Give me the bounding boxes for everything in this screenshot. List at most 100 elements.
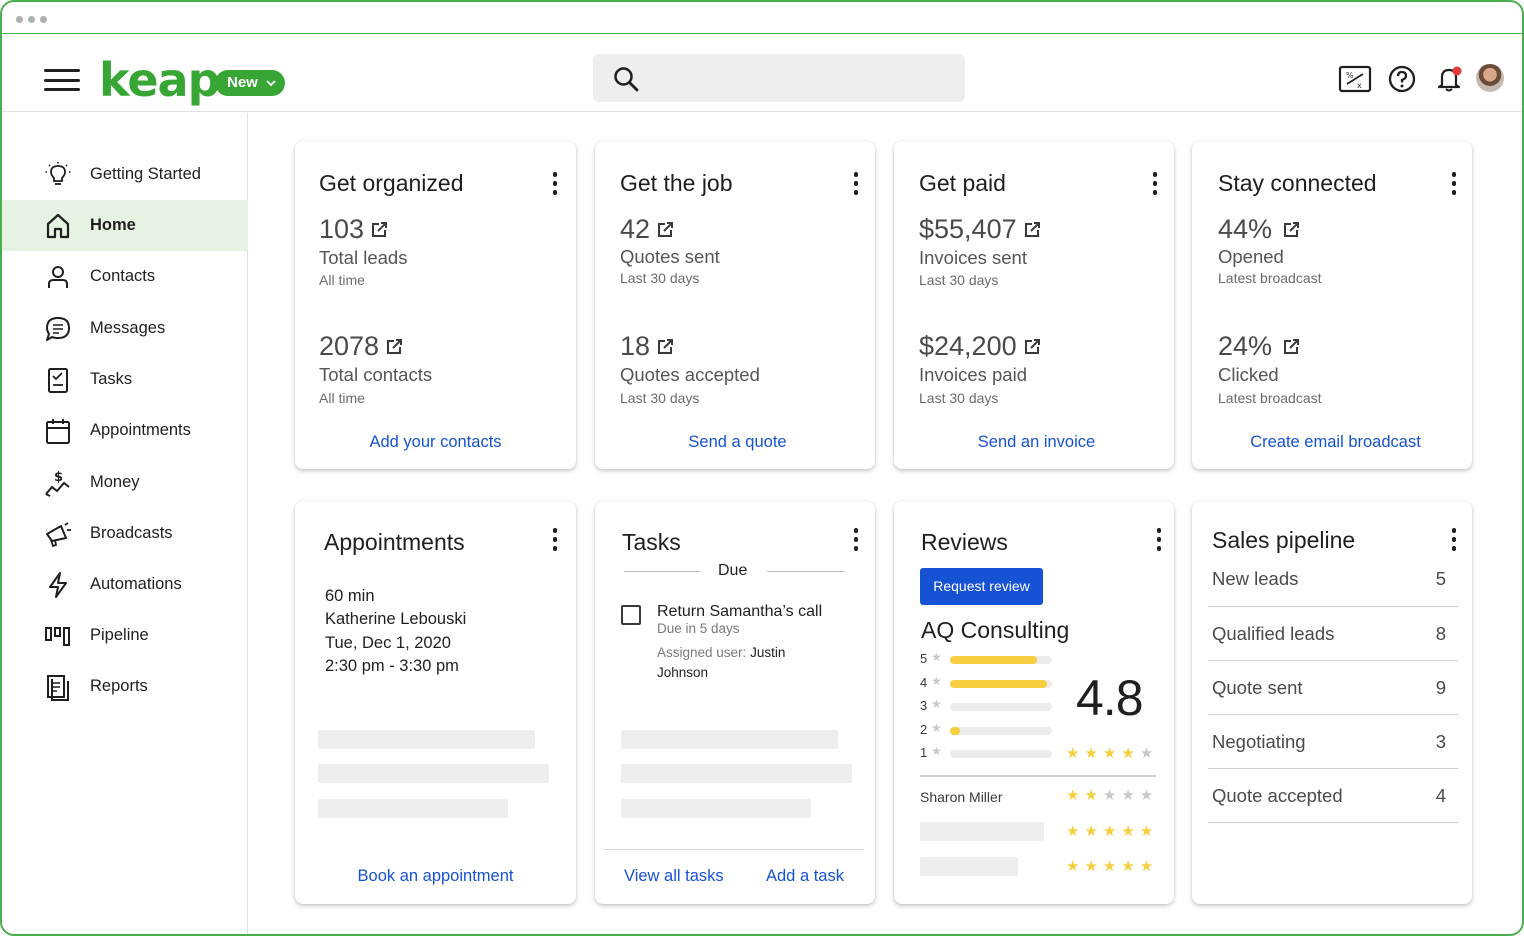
menu-icon[interactable]: [44, 69, 80, 91]
pipeline-stage-row[interactable]: Quote sent 9: [1208, 661, 1458, 715]
external-link-icon: [1024, 339, 1040, 354]
sidebar-item-label: Reports: [90, 677, 148, 695]
metric-value: 103: [319, 214, 365, 244]
reviewer-stars: ★ ★ ★ ★ ★: [1066, 786, 1158, 805]
appointment-contact[interactable]: Katherine Lebouski: [325, 608, 466, 631]
report-icon: [47, 675, 69, 701]
more-options-icon[interactable]: [1156, 528, 1162, 552]
metric-opened[interactable]: 44%: [1218, 214, 1300, 245]
metric-label: Quotes sent: [620, 246, 720, 267]
external-link-icon: [1284, 222, 1300, 237]
external-link-icon: [387, 339, 403, 354]
svg-text:x: x: [1357, 81, 1362, 90]
metric-invoices-sent[interactable]: $55,407: [919, 214, 1041, 245]
card-get-organized: Get organized 103 Total leads All time 2…: [295, 141, 576, 469]
metric-clicked[interactable]: 24%: [1218, 331, 1300, 362]
skeleton-line: [318, 764, 549, 783]
sidebar-item-contacts[interactable]: Contacts: [2, 251, 248, 302]
star-icon: ★: [1066, 823, 1080, 840]
sidebar-item-label: Automations: [90, 575, 182, 593]
star-icon: ★: [1102, 745, 1117, 762]
due-section-label: Due: [718, 562, 748, 579]
sidebar-item-reports[interactable]: Reports: [2, 661, 248, 712]
metric-value: 18: [620, 331, 651, 361]
sidebar-item-automations[interactable]: Automations: [2, 559, 248, 610]
book-appointment-link[interactable]: Book an appointment: [295, 867, 576, 886]
star-icon: ★: [1084, 823, 1098, 840]
sidebar-item-pipeline[interactable]: Pipeline: [2, 610, 248, 661]
metric-sublabel: All time: [319, 390, 365, 406]
sidebar-item-getting-started[interactable]: Getting Started: [2, 149, 248, 200]
appointment-duration: 60 min: [325, 587, 375, 605]
more-options-icon[interactable]: [1451, 528, 1457, 552]
create-email-broadcast-link[interactable]: Create email broadcast: [1192, 433, 1479, 452]
star-icon: ★: [1084, 745, 1098, 762]
task-title[interactable]: Return Samantha’s call: [657, 603, 822, 621]
search-input[interactable]: [593, 54, 965, 102]
lightbulb-icon: [45, 162, 71, 185]
window-dot[interactable]: [28, 16, 35, 23]
rating-bar: [950, 750, 1052, 758]
rating-bar-fill: [950, 679, 1047, 688]
pipeline-stage-row[interactable]: New leads 5: [1208, 553, 1458, 607]
pipeline-stage-row[interactable]: Negotiating 3: [1208, 715, 1458, 769]
send-quote-link[interactable]: Send a quote: [595, 433, 880, 452]
chevron-down-icon: [266, 80, 276, 87]
sidebar-item-label: Pipeline: [90, 626, 149, 644]
sidebar-item-appointments[interactable]: Appointments: [2, 405, 248, 456]
star-icon: ★: [1102, 823, 1117, 840]
rating-bar: [950, 656, 1052, 664]
pipeline-icon: [45, 627, 70, 646]
sidebar-item-label: Broadcasts: [90, 524, 173, 542]
view-all-tasks-link[interactable]: View all tasks: [624, 867, 724, 886]
metric-quotes-accepted[interactable]: 18: [620, 331, 674, 362]
more-options-icon[interactable]: [552, 528, 558, 552]
more-options-icon[interactable]: [1451, 172, 1457, 196]
task-checkbox[interactable]: [621, 605, 641, 625]
add-task-link[interactable]: Add a task: [766, 867, 844, 886]
svg-text:$: $: [54, 470, 63, 485]
keap-logo[interactable]: keap: [99, 54, 221, 106]
invoice-icon[interactable]: %x: [1338, 65, 1372, 93]
send-invoice-link[interactable]: Send an invoice: [894, 433, 1179, 452]
request-review-button[interactable]: Request review: [920, 568, 1043, 605]
star-icon: ★: [931, 697, 942, 711]
more-options-icon[interactable]: [853, 528, 859, 552]
card-sales-pipeline: Sales pipeline New leads 5 Qualified leads…: [1192, 501, 1472, 904]
notification-bell-icon[interactable]: [1436, 64, 1464, 94]
card-appointments: Appointments 60 min Katherine Lebouski T…: [295, 501, 576, 904]
metric-invoices-paid[interactable]: $24,200: [919, 331, 1041, 362]
metric-total-contacts[interactable]: 2078: [319, 331, 403, 362]
more-options-icon[interactable]: [552, 172, 558, 196]
sidebar-item-broadcasts[interactable]: Broadcasts: [2, 508, 248, 559]
new-button-label: New: [227, 74, 258, 91]
new-button[interactable]: New: [215, 70, 285, 96]
window-dot[interactable]: [16, 16, 23, 23]
pipeline-stage-row[interactable]: Quote accepted 4: [1208, 769, 1458, 823]
sidebar-item-money[interactable]: $ Money: [2, 457, 248, 508]
star-icon: ★: [1139, 858, 1154, 875]
metric-total-leads[interactable]: 103: [319, 214, 388, 245]
window-dot[interactable]: [40, 16, 47, 23]
average-rating-stars: ★ ★ ★ ★ ★: [1066, 744, 1158, 763]
star-icon: ★: [1121, 858, 1135, 875]
checklist-icon: [48, 368, 68, 393]
more-options-icon[interactable]: [1152, 172, 1158, 196]
company-name: AQ Consulting: [921, 617, 1070, 643]
card-title: Get paid: [919, 170, 1006, 196]
sidebar-item-tasks[interactable]: Tasks: [2, 354, 248, 405]
pipeline-stage-row[interactable]: Qualified leads 8: [1208, 607, 1458, 661]
external-link-icon: [1024, 222, 1040, 237]
user-avatar[interactable]: [1476, 64, 1504, 92]
star-icon: ★: [1102, 787, 1117, 804]
card-get-paid: Get paid $55,407 Invoices sent Last 30 d…: [894, 141, 1174, 469]
metric-quotes-sent[interactable]: 42: [620, 214, 674, 245]
metric-value: 44%: [1218, 214, 1273, 244]
sidebar-item-messages[interactable]: Messages: [2, 303, 248, 354]
more-options-icon[interactable]: [853, 172, 859, 196]
assigned-label: Assigned user:: [657, 645, 747, 660]
add-contacts-link[interactable]: Add your contacts: [295, 433, 576, 452]
sidebar-item-home[interactable]: Home: [2, 200, 248, 251]
star-icon: ★: [1084, 787, 1098, 804]
help-icon[interactable]: [1388, 65, 1416, 93]
